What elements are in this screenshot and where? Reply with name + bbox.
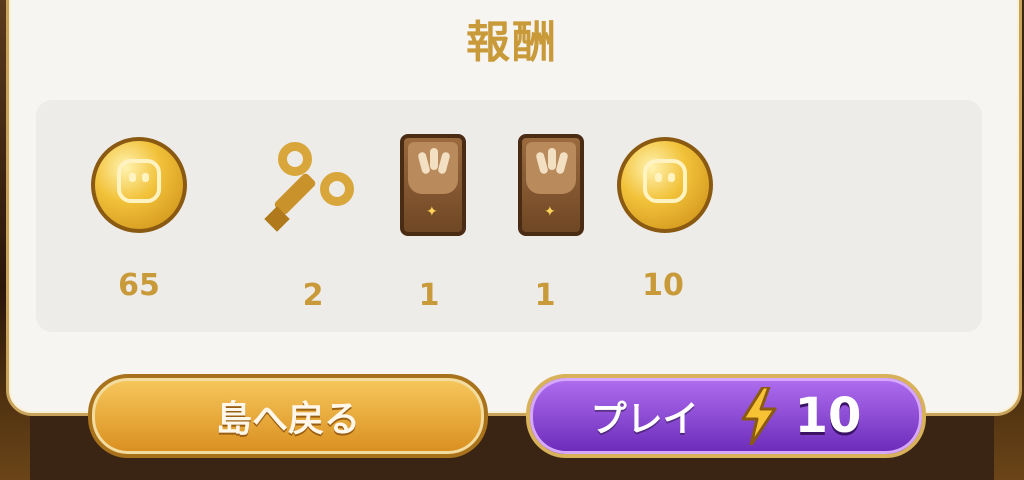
reward-item-coin [610,130,720,240]
reward-count: 1 [534,278,556,313]
card-pack-icon: ✦ [400,134,466,236]
windup-key-icon [258,130,368,240]
back-to-island-button[interactable]: 島へ戻る [88,374,488,458]
reward-item-coin [84,130,194,240]
reward-count: 65 [118,268,160,303]
play-button-label: プレイ [590,399,699,440]
back-button-label: 島へ戻る [215,399,360,440]
reward-count: 10 [642,268,684,303]
reward-item-key [258,130,368,240]
reward-item-card-pack: ✦ [380,132,490,242]
card-pack-icon: ✦ [518,134,584,236]
coin-icon [91,137,187,233]
lightning-bolt-icon [739,385,779,447]
coin-icon [617,137,713,233]
play-button[interactable]: プレイ 10 [526,374,926,458]
panel-title: 報酬 [466,17,558,68]
play-energy-cost: 10 [794,388,862,444]
reward-count: 1 [418,278,440,313]
reward-item-card-pack: ✦ [498,132,608,242]
reward-count: 2 [302,278,324,313]
